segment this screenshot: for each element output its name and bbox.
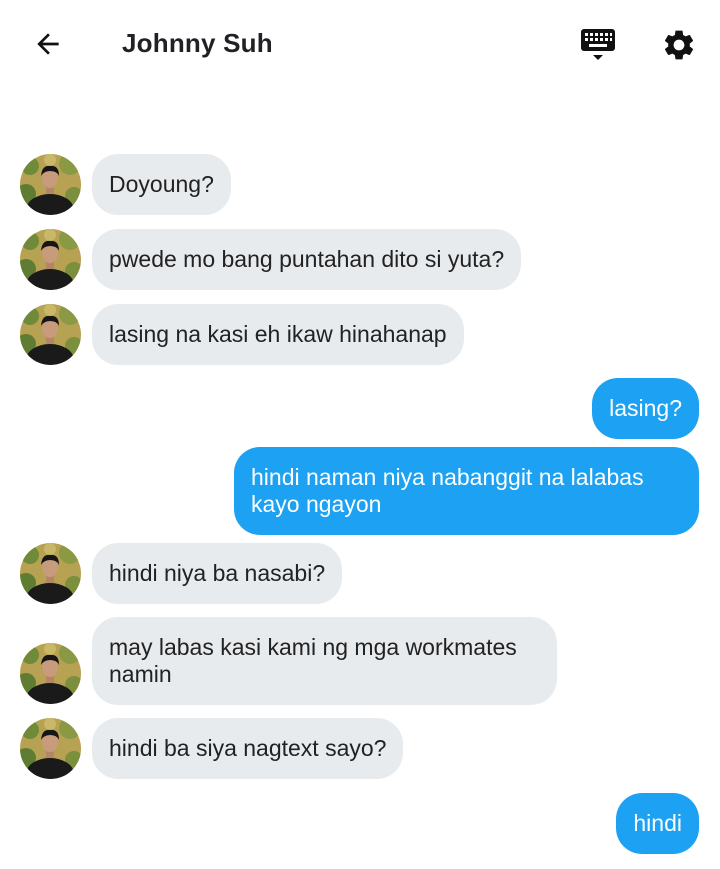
message-bubble[interactable]: hindi niya ba nasabi? bbox=[92, 543, 343, 604]
chat-title: Johnny Suh bbox=[122, 28, 273, 58]
avatar[interactable] bbox=[20, 718, 81, 779]
settings-button[interactable] bbox=[656, 22, 702, 68]
message-bubble[interactable]: hindi bbox=[616, 793, 699, 854]
keyboard-button[interactable] bbox=[575, 22, 621, 68]
avatar[interactable] bbox=[20, 304, 81, 365]
message-bubble[interactable]: lasing na kasi eh ikaw hinahanap bbox=[92, 304, 464, 365]
avatar[interactable] bbox=[20, 229, 81, 290]
avatar[interactable] bbox=[20, 643, 81, 704]
avatar[interactable] bbox=[20, 154, 81, 215]
chat-header: Johnny Suh bbox=[0, 0, 720, 90]
gear-icon bbox=[664, 30, 694, 60]
message-bubble[interactable]: hindi ba siya nagtext sayo? bbox=[92, 718, 404, 779]
message-bubble[interactable]: may labas kasi kami ng mga workmates nam… bbox=[92, 617, 557, 705]
message-bubble[interactable]: lasing? bbox=[592, 378, 699, 439]
keyboard-icon bbox=[581, 29, 615, 60]
avatar[interactable] bbox=[20, 543, 81, 604]
arrow-left-icon bbox=[37, 33, 59, 55]
message-bubble[interactable]: Doyoung? bbox=[92, 154, 231, 215]
message-bubble[interactable]: pwede mo bang puntahan dito si yuta? bbox=[92, 229, 522, 290]
message-bubble[interactable]: hindi naman niya nabanggit na lalabas ka… bbox=[234, 447, 699, 535]
back-button[interactable] bbox=[26, 22, 70, 66]
